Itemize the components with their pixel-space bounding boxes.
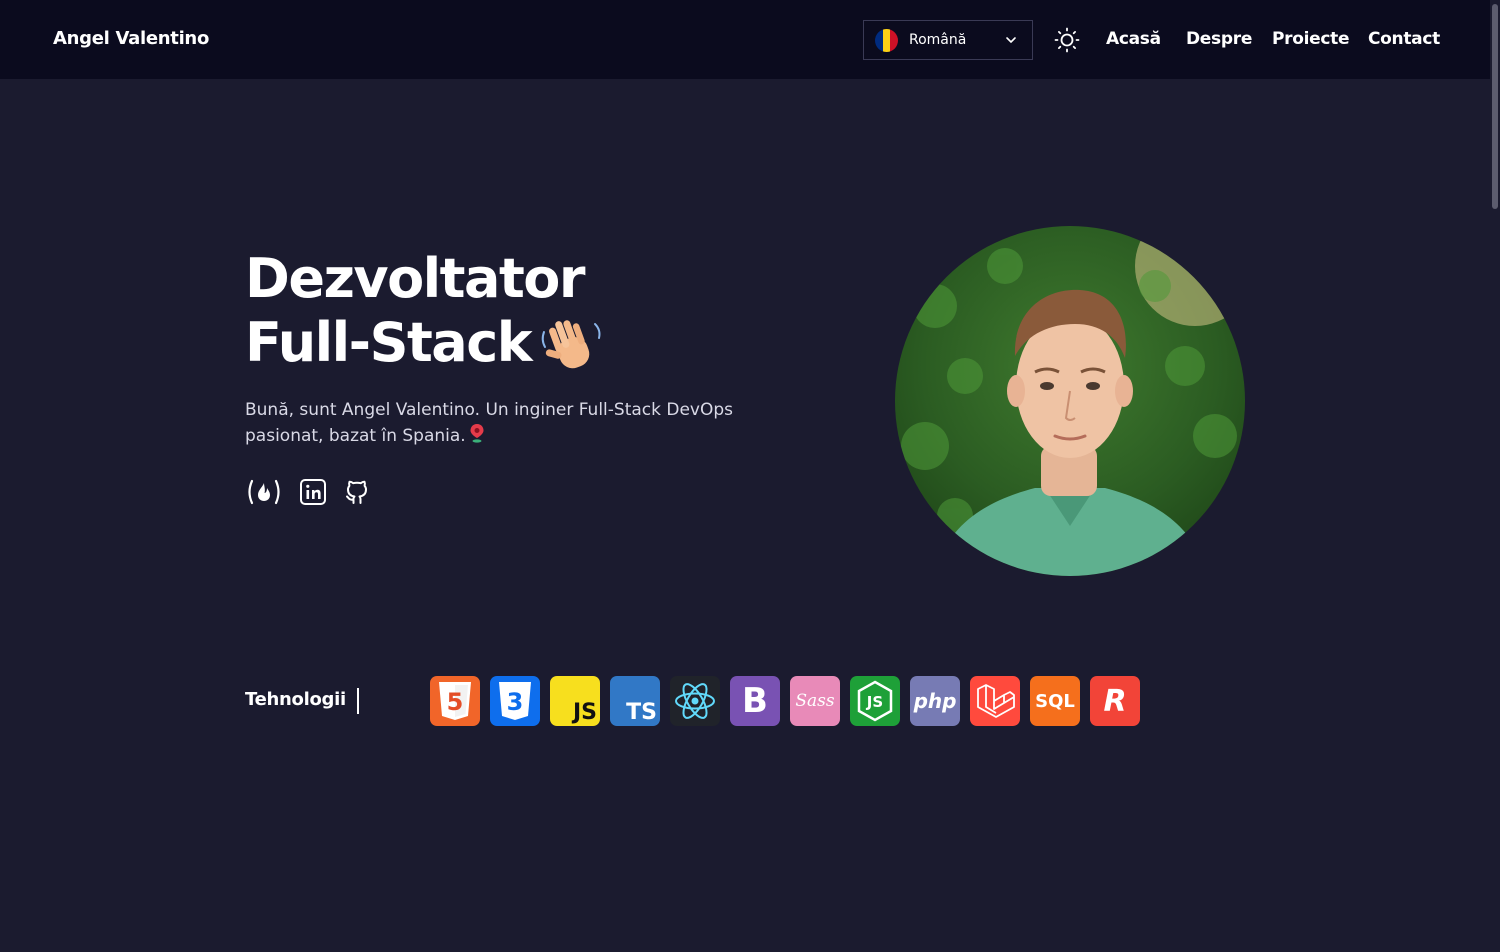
technologies-label: Tehnologii (245, 689, 346, 710)
language-selected-label: Română (909, 32, 967, 48)
redux-saga-icon: R (1090, 676, 1140, 726)
nav-link-contact[interactable]: Contact (1368, 29, 1440, 49)
nav-link-projects[interactable]: Proiecte (1272, 29, 1350, 49)
hero-title-line-2-wrap: Full-Stack (245, 311, 605, 378)
technologies-list: 5 3 JS TS B Sass JS php SQL R (430, 676, 1140, 726)
location-pin-icon (470, 424, 484, 443)
javascript-icon: JS (550, 676, 600, 726)
top-navbar: Angel Valentino Română Acasă Despre Proi… (0, 0, 1490, 79)
php-icon: php (910, 676, 960, 726)
hero-description-text: Bună, sunt Angel Valentino. Un inginer F… (245, 400, 734, 446)
vertical-scrollbar[interactable] (1490, 0, 1500, 952)
technologies-divider (357, 688, 359, 714)
nodejs-icon: JS (850, 676, 900, 726)
scrollbar-thumb[interactable] (1492, 4, 1498, 209)
hero-title-line-2: Full-Stack (245, 311, 533, 374)
brand-name[interactable]: Angel Valentino (53, 28, 209, 49)
romania-flag-icon (875, 28, 898, 52)
chevron-down-icon (1006, 37, 1016, 44)
nav-link-about[interactable]: Despre (1186, 29, 1252, 49)
hero-title-line-1: Dezvoltator (245, 247, 585, 310)
linkedin-icon[interactable] (299, 478, 327, 506)
sql-icon: SQL (1030, 676, 1080, 726)
profile-photo (895, 226, 1245, 576)
sun-icon[interactable] (1054, 27, 1080, 53)
svg-text:5: 5 (447, 688, 464, 716)
sass-icon: Sass (790, 676, 840, 726)
css3-icon: 3 (490, 676, 540, 726)
github-icon[interactable] (343, 478, 371, 506)
hero-description: Bună, sunt Angel Valentino. Un inginer F… (245, 397, 765, 449)
waving-hand-icon (541, 320, 601, 369)
laravel-icon (970, 676, 1020, 726)
html5-icon: 5 (430, 676, 480, 726)
svg-text:3: 3 (507, 688, 524, 716)
typescript-icon: TS (610, 676, 660, 726)
svg-text:JS: JS (866, 693, 883, 711)
social-links (245, 478, 371, 506)
language-select[interactable]: Română (863, 20, 1033, 60)
nav-link-home[interactable]: Acasă (1106, 29, 1161, 49)
react-icon (670, 676, 720, 726)
freecodecamp-icon[interactable] (245, 478, 283, 506)
hero-title: Dezvoltator Full-Stack (245, 247, 605, 378)
bootstrap-icon: B (730, 676, 780, 726)
